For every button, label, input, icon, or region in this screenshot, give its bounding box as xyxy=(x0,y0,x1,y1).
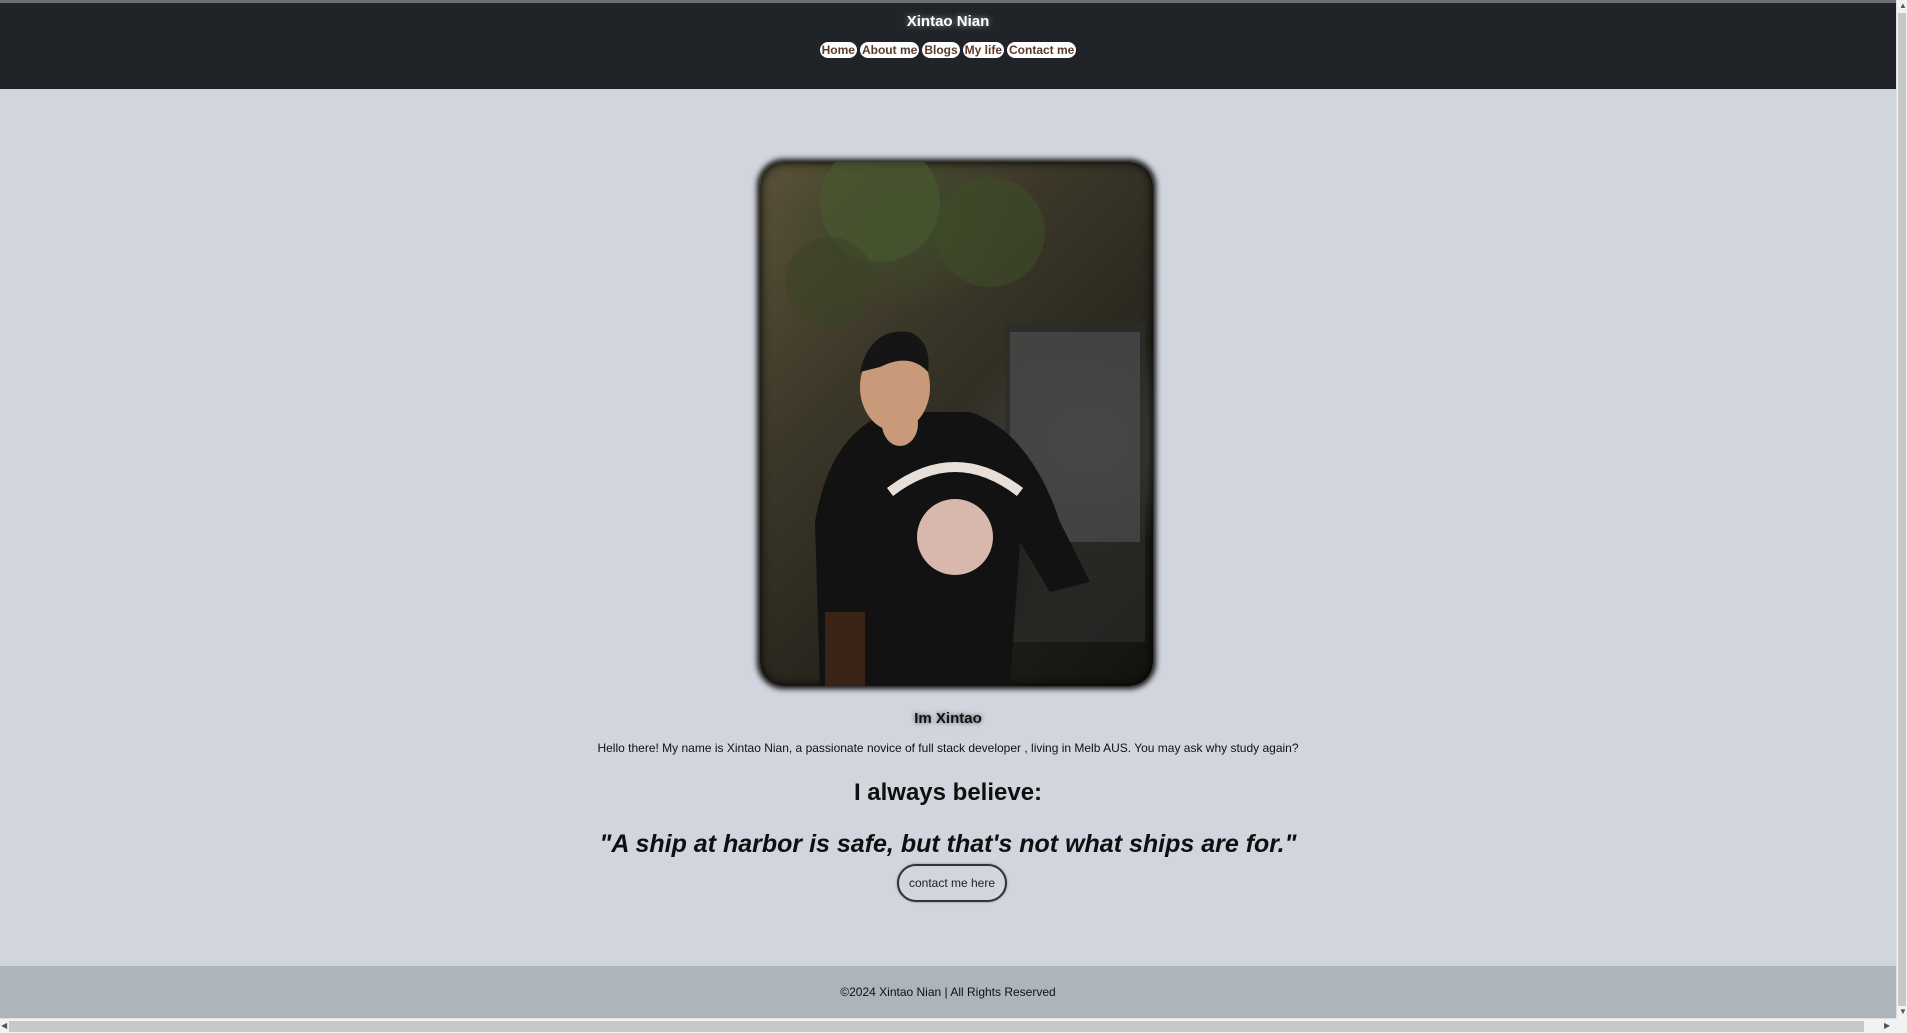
quote-text: "A ship at harbor is safe, but that's no… xyxy=(599,830,1297,858)
scroll-up-arrow-icon[interactable]: ▲ xyxy=(1899,2,1907,10)
site-footer: ©2024 Xintao Nian | All Rights Reserved xyxy=(0,966,1896,1018)
site-title: Xintao Nian xyxy=(906,13,990,30)
nav-home-link[interactable]: Home xyxy=(819,42,857,58)
scrollbar-corner xyxy=(1896,1018,1907,1033)
intro-heading: Im Xintao xyxy=(914,710,982,727)
vertical-scroll-thumb[interactable] xyxy=(1898,13,1906,1006)
scroll-right-arrow-icon[interactable]: ▶ xyxy=(1884,1022,1890,1030)
footer-copyright: ©2024 Xintao Nian | All Rights Reserved xyxy=(840,985,1056,999)
horizontal-scroll-thumb[interactable] xyxy=(9,1021,1864,1032)
nav-contact-link[interactable]: Contact me xyxy=(1007,42,1077,58)
bio-paragraph: Hello there! My name is Xintao Nian, a p… xyxy=(597,741,1299,755)
nav-blogs-link[interactable]: Blogs xyxy=(922,42,960,58)
profile-photo xyxy=(760,162,1153,686)
site-header: Xintao Nian Home About me Blogs My life … xyxy=(0,3,1896,89)
profile-photo-illustration xyxy=(785,162,1145,686)
believe-heading: I always believe: xyxy=(853,779,1043,806)
vertical-scrollbar[interactable]: ▲ ▼ xyxy=(1896,0,1907,1018)
nav-about-link[interactable]: About me xyxy=(859,42,920,58)
contact-button[interactable]: contact me here xyxy=(897,864,1007,902)
main-nav: Home About me Blogs My life Contact me xyxy=(0,42,1896,58)
horizontal-scrollbar[interactable]: ◀ ▶ xyxy=(0,1018,1896,1033)
scroll-left-arrow-icon[interactable]: ◀ xyxy=(1,1022,7,1030)
page-viewport: Xintao Nian Home About me Blogs My life … xyxy=(0,0,1896,1018)
scroll-down-arrow-icon[interactable]: ▼ xyxy=(1899,1008,1907,1016)
nav-my-life-link[interactable]: My life xyxy=(962,42,1005,58)
